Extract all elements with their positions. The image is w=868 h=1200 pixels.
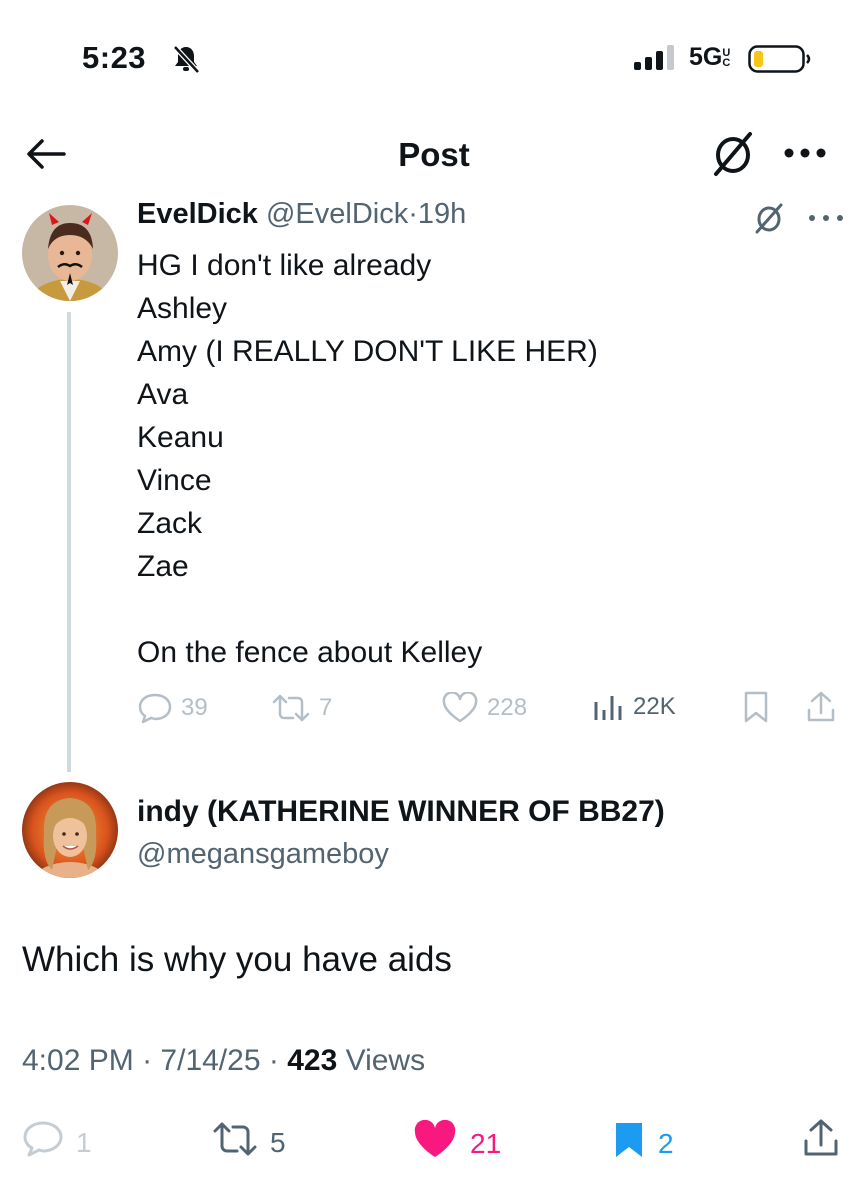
like-count: 228 <box>487 694 528 721</box>
tweet-header: EvelDick @EvelDick·19h <box>137 198 466 231</box>
like-button[interactable]: 228 <box>441 692 527 724</box>
views-icon <box>591 690 625 724</box>
tweet-time: 4:02 PM <box>22 1044 134 1077</box>
avatar[interactable] <box>22 205 118 301</box>
reply-count: 1 <box>76 1126 92 1158</box>
tweet-time[interactable]: 19h <box>418 198 466 230</box>
tweet-text: Which is why you have aids <box>22 940 452 979</box>
tweet-meta: 4:02 PM · 7/14/25 · 423 Views <box>22 1044 425 1078</box>
thread-connector <box>67 312 71 772</box>
tweet-actions: 39 7 228 22K <box>137 688 847 728</box>
bookmark-button[interactable]: 2 <box>612 1120 674 1167</box>
reply-button[interactable]: 39 <box>137 692 208 724</box>
separator: · <box>268 1044 279 1077</box>
null-symbol-icon[interactable] <box>752 202 786 234</box>
reply-count: 39 <box>181 694 208 721</box>
views-count: 22K <box>633 693 676 720</box>
repost-icon <box>212 1120 258 1165</box>
share-icon <box>805 690 837 724</box>
display-name[interactable]: EvelDick <box>137 198 258 230</box>
avatar[interactable] <box>22 782 118 878</box>
separator: · <box>142 1044 153 1077</box>
tweet-line: HG I don't like already <box>137 249 432 282</box>
user-handle[interactable]: @megansgameboy <box>137 838 389 871</box>
tweet-line: Amy (I REALLY DON'T LIKE HER) <box>137 335 598 368</box>
share-icon <box>802 1118 840 1165</box>
battery-icon <box>748 44 812 74</box>
repost-count: 5 <box>270 1126 286 1158</box>
user-handle[interactable]: @EvelDick <box>266 198 408 230</box>
bell-slash-icon <box>170 43 202 75</box>
like-icon <box>441 692 479 724</box>
views-button[interactable]: 22K <box>591 690 676 724</box>
tweet-line: Keanu <box>137 421 224 454</box>
tweet-text: HG I don't like already Ashley Amy (I RE… <box>137 244 598 674</box>
repost-icon <box>271 692 311 724</box>
tweet-actions: 1 5 21 2 <box>0 1114 868 1164</box>
display-name[interactable]: indy (KATHERINE WINNER OF BB27) <box>137 795 665 829</box>
tweet-line: On the fence about Kelley <box>137 636 483 669</box>
bookmark-button[interactable] <box>741 690 771 724</box>
bookmark-icon <box>612 1120 646 1167</box>
views-count: 423 <box>287 1044 338 1077</box>
share-button[interactable] <box>802 1118 840 1165</box>
null-symbol-icon[interactable] <box>708 130 758 178</box>
separator: · <box>408 198 418 230</box>
repost-button[interactable]: 5 <box>212 1120 286 1165</box>
more-icon[interactable] <box>806 208 846 228</box>
like-count: 21 <box>470 1127 502 1159</box>
like-icon <box>412 1119 458 1167</box>
tweet-line: Zack <box>137 507 203 540</box>
more-icon[interactable] <box>782 138 828 168</box>
tweet-date: 7/14/25 <box>160 1044 261 1077</box>
tweet-line: Ashley <box>137 292 228 325</box>
reply-icon <box>22 1120 64 1165</box>
repost-button[interactable]: 7 <box>271 692 332 724</box>
views-label: Views <box>345 1044 426 1077</box>
share-button[interactable] <box>805 690 837 724</box>
reply-button[interactable]: 1 <box>22 1120 92 1165</box>
status-time: 5:23 <box>82 40 147 75</box>
tweet-line: Vince <box>137 464 212 497</box>
signal-icon <box>634 44 678 72</box>
bookmark-icon <box>741 690 771 724</box>
reply-icon <box>137 692 173 724</box>
tweet-line: Ava <box>137 378 189 411</box>
repost-count: 7 <box>319 694 333 721</box>
bookmark-count: 2 <box>658 1127 674 1159</box>
network-label: 5GUC <box>689 43 731 71</box>
like-button[interactable]: 21 <box>412 1119 502 1167</box>
tweet-line: Zae <box>137 550 189 583</box>
